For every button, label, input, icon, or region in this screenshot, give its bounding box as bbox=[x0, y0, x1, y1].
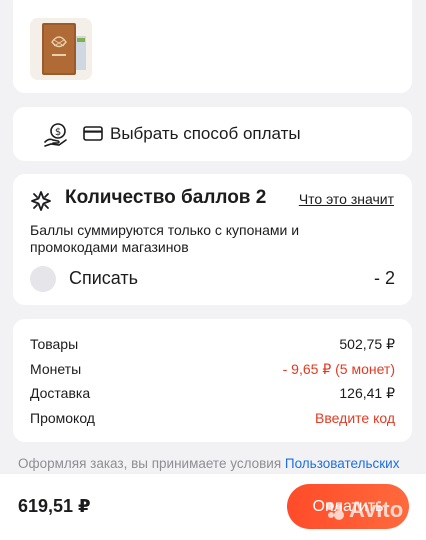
summary-label: Доставка bbox=[30, 385, 91, 401]
product-thumbnail[interactable] bbox=[30, 18, 92, 80]
points-star-icon bbox=[30, 190, 52, 217]
order-summary-card: Товары 502,75 ₽ Монеты - 9,65 ₽ (5 монет… bbox=[13, 319, 412, 442]
coin-hand-icon: $ bbox=[43, 122, 69, 153]
svg-text:$: $ bbox=[55, 127, 61, 138]
summary-row-delivery: Доставка 126,41 ₽ bbox=[30, 383, 395, 403]
summary-row-goods: Товары 502,75 ₽ bbox=[30, 334, 395, 354]
points-title: Количество баллов 2 bbox=[65, 187, 267, 208]
summary-label: Промокод bbox=[30, 410, 95, 426]
order-total: 619,51 ₽ bbox=[18, 496, 91, 516]
summary-row-coins: Монеты - 9,65 ₽ (5 монет) bbox=[30, 359, 395, 379]
summary-value-discount: - 9,65 ₽ (5 монет) bbox=[282, 360, 395, 377]
payment-method-card[interactable]: $ Выбрать способ оплаты bbox=[13, 107, 412, 161]
pay-button[interactable]: Оплатить bbox=[287, 484, 409, 529]
points-use-label: Списать bbox=[69, 268, 139, 288]
points-use-value: - 2 bbox=[373, 268, 395, 288]
points-card: Количество баллов 2 Что это значит Баллы… bbox=[13, 174, 412, 305]
summary-row-promocode: Промокод Введите код bbox=[30, 408, 395, 428]
checkout-bar: 619,51 ₽ Оплатить bbox=[0, 474, 426, 540]
promocode-enter-link[interactable]: Введите код bbox=[315, 410, 395, 426]
summary-label: Товары bbox=[30, 336, 79, 352]
summary-label: Монеты bbox=[30, 361, 82, 377]
points-use-radio[interactable] bbox=[30, 266, 56, 292]
product-card bbox=[13, 0, 412, 93]
product-image-icon bbox=[30, 18, 92, 80]
summary-value: 502,75 ₽ bbox=[339, 335, 395, 352]
points-description: Баллы суммируются только с купонами и пр… bbox=[30, 222, 300, 255]
terms-link[interactable]: Пользовательских bbox=[285, 456, 400, 471]
summary-value: 126,41 ₽ bbox=[339, 384, 395, 401]
terms-prefix: Оформляя заказ, вы принимаете условия bbox=[18, 456, 285, 471]
points-info-link[interactable]: Что это значит bbox=[299, 191, 394, 207]
terms-text: Оформляя заказ, вы принимаете условия По… bbox=[18, 456, 418, 471]
payment-method-label: Выбрать способ оплаты bbox=[110, 124, 301, 143]
credit-card-icon bbox=[83, 126, 103, 146]
